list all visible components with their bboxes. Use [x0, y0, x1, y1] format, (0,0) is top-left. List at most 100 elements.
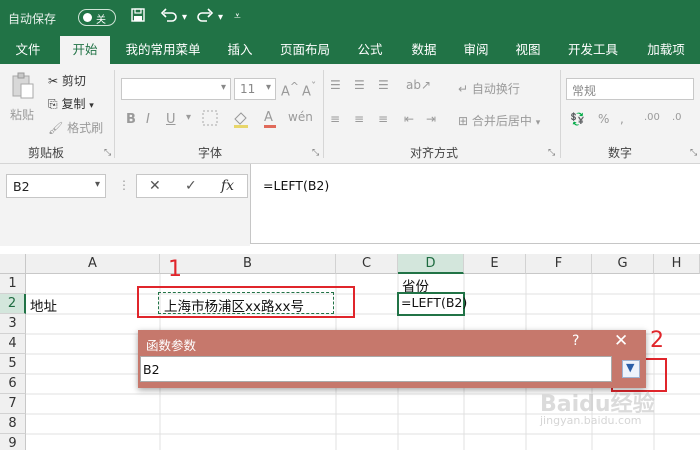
font-size-select[interactable]: 11 ▾ — [234, 78, 276, 100]
cut-button[interactable]: ✂ 剪切 — [48, 72, 86, 89]
autosave-toggle[interactable]: 关 — [78, 9, 116, 26]
currency-icon[interactable]: 💱 — [570, 112, 585, 126]
enter-icon[interactable]: ✓ — [185, 178, 197, 194]
wrap-text-button[interactable]: ↵ 自动换行 — [458, 80, 520, 97]
tab-my-menu[interactable]: 我的常用菜单 — [118, 36, 208, 64]
format-painter-button[interactable]: 🖌 格式刷 — [48, 119, 103, 136]
wrap-text-icon: ↵ — [458, 82, 469, 96]
chevron-down-icon: ▾ — [94, 179, 100, 190]
tab-data[interactable]: 数据 — [402, 36, 446, 64]
tab-addins[interactable]: 加载项 — [636, 36, 696, 64]
alignment-launcher-icon[interactable]: ⤡ — [548, 148, 555, 158]
fill-color-icon[interactable] — [232, 110, 250, 131]
column-header-b[interactable]: B — [160, 254, 336, 274]
increase-decimal-icon[interactable]: .00 — [644, 112, 660, 123]
close-button[interactable]: ✕ — [614, 331, 628, 351]
function-arguments-dialog: 函数参数 ? ✕ B2 ▼ — [138, 330, 646, 388]
chevron-down-icon: ▾ — [265, 82, 271, 93]
column-header-g[interactable]: G — [592, 254, 654, 274]
tab-developer[interactable]: 开发工具 — [560, 36, 626, 64]
ribbon: 粘贴 ✂ 剪切 ⎘ 复制 ▾ 🖌 格式刷 剪贴板 ⤡ ▾ 11 ▾ A^ Aˇ B… — [0, 64, 700, 164]
tab-formulas[interactable]: 公式 — [348, 36, 392, 64]
redo-dropdown-icon[interactable]: ▾ — [218, 12, 223, 23]
chevron-down-icon: ▾ — [220, 82, 226, 93]
number-format-select[interactable]: 常规 — [566, 78, 694, 100]
tab-insert[interactable]: 插入 — [218, 36, 262, 64]
name-box[interactable]: B2 ▾ — [6, 174, 106, 198]
wrap-text-label: 自动换行 — [471, 82, 520, 96]
orientation-icon[interactable]: ab↗ — [406, 78, 431, 92]
borders-icon[interactable] — [202, 110, 218, 129]
underline-button[interactable]: U — [166, 112, 176, 127]
argument-input[interactable]: B2 — [140, 356, 612, 382]
column-header-c[interactable]: C — [336, 254, 398, 274]
tab-home[interactable]: 开始 — [60, 36, 110, 64]
redo-icon[interactable] — [196, 7, 214, 27]
column-header-h[interactable]: H — [654, 254, 700, 274]
decrease-decimal-icon[interactable]: .0 — [672, 112, 682, 123]
formula-input[interactable]: =LEFT(B2) — [250, 164, 700, 244]
save-icon[interactable] — [130, 7, 146, 27]
row-header-9[interactable]: 9 — [0, 434, 26, 450]
formula-buttons: ✕ ✓ fx — [136, 174, 248, 198]
group-separator — [114, 70, 115, 158]
copy-button[interactable]: ⎘ 复制 ▾ — [48, 95, 94, 112]
formula-text: =LEFT(B2) — [263, 178, 330, 193]
row-header-4[interactable]: 4 — [0, 334, 26, 354]
undo-dropdown-icon[interactable]: ▾ — [182, 12, 187, 23]
number-format-value: 常规 — [572, 84, 597, 98]
help-button[interactable]: ? — [572, 333, 579, 349]
row-header-8[interactable]: 8 — [0, 414, 26, 434]
italic-button[interactable]: I — [146, 112, 150, 127]
merge-center-button[interactable]: ⊞ 合并后居中 ▾ — [458, 112, 540, 129]
decrease-indent-icon[interactable]: ⇤ — [404, 112, 414, 126]
align-bottom-icon[interactable]: ☰ — [378, 78, 389, 92]
row-header-2[interactable]: 2 — [0, 294, 26, 314]
decrease-font-icon[interactable]: Aˇ — [302, 80, 316, 99]
comma-style-icon[interactable]: , — [620, 112, 624, 126]
autosave-state: 关 — [96, 15, 106, 26]
customize-icon[interactable]: ⩡ — [234, 9, 241, 24]
number-launcher-icon[interactable]: ⤡ — [690, 148, 697, 158]
tab-page-layout[interactable]: 页面布局 — [272, 36, 338, 64]
column-header-e[interactable]: E — [464, 254, 526, 274]
insert-function-icon[interactable]: fx — [221, 178, 234, 194]
increase-font-icon[interactable]: A^ — [281, 80, 299, 99]
row-header-6[interactable]: 6 — [0, 374, 26, 394]
align-top-icon[interactable]: ☰ — [330, 78, 341, 92]
phonetic-icon[interactable]: wén — [288, 110, 313, 124]
align-left-icon[interactable]: ≡ — [330, 112, 340, 126]
row-header-7[interactable]: 7 — [0, 394, 26, 414]
column-header-f[interactable]: F — [526, 254, 592, 274]
font-launcher-icon[interactable]: ⤡ — [312, 148, 319, 158]
paste-icon[interactable] — [10, 72, 36, 103]
clipboard-launcher-icon[interactable]: ⤡ — [104, 148, 111, 158]
underline-dropdown-icon[interactable]: ▾ — [186, 112, 191, 123]
copy-icon: ⎘ — [48, 97, 58, 111]
align-center-icon[interactable]: ≡ — [354, 112, 364, 126]
row-header-3[interactable]: 3 — [0, 314, 26, 334]
format-painter-label: 格式刷 — [67, 121, 104, 135]
tab-view[interactable]: 视图 — [506, 36, 550, 64]
align-middle-icon[interactable]: ☰ — [354, 78, 365, 92]
tab-review[interactable]: 审阅 — [454, 36, 498, 64]
select-all-corner[interactable] — [0, 254, 26, 274]
column-header-a[interactable]: A — [26, 254, 160, 274]
active-cell-d2[interactable]: =LEFT(B2) — [397, 292, 467, 316]
percent-icon[interactable]: % — [598, 112, 609, 126]
watermark-url: jingyan.baidu.com — [540, 414, 642, 427]
bold-button[interactable]: B — [126, 112, 136, 127]
font-color-icon[interactable]: A — [264, 110, 276, 128]
tab-file[interactable]: 文件 — [6, 36, 50, 64]
column-header-d[interactable]: D — [398, 254, 464, 274]
row-header-1[interactable]: 1 — [0, 274, 26, 294]
undo-icon[interactable] — [160, 7, 178, 27]
font-name-select[interactable]: ▾ — [121, 78, 231, 100]
expand-dialog-button[interactable]: ▼ — [622, 360, 640, 378]
cancel-icon[interactable]: ✕ — [149, 178, 161, 194]
increase-indent-icon[interactable]: ⇥ — [426, 112, 436, 126]
paste-button[interactable]: 粘贴 — [10, 106, 34, 123]
align-right-icon[interactable]: ≡ — [378, 112, 388, 126]
row-header-5[interactable]: 5 — [0, 354, 26, 374]
cell-a2[interactable]: 地址 — [30, 295, 57, 315]
